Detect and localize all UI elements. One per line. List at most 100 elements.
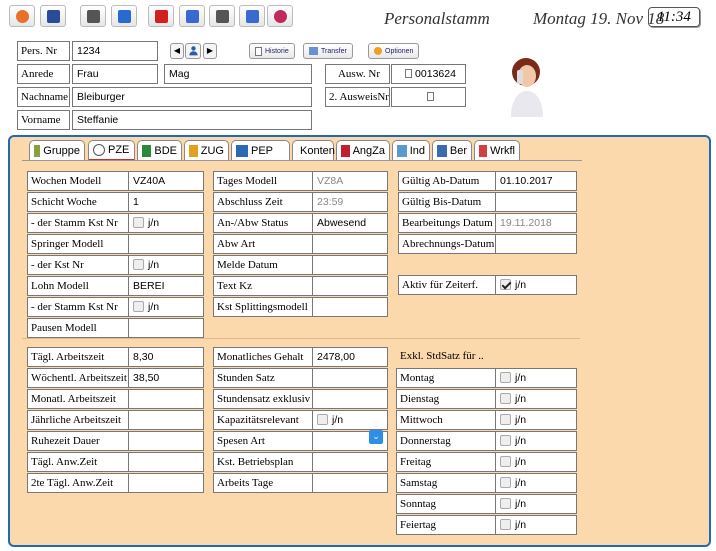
tab-label: Ber (449, 145, 467, 157)
s1c1-6-checkbox[interactable]: j/n (128, 297, 204, 317)
s1c2-2-field[interactable]: Abwesend (312, 213, 388, 233)
checkbox-text: j/n (515, 393, 527, 405)
aktiv-checkbox[interactable]: j/n (495, 275, 577, 295)
s2c2-3-checkbox[interactable]: j/n (312, 410, 388, 430)
s1c2-2-label: An-/Abw Status (213, 213, 313, 233)
tab-ind-icon (397, 145, 407, 157)
s2c2-5-field[interactable] (312, 452, 388, 472)
s2c2-2-field[interactable] (312, 389, 388, 409)
s1c2-0-field[interactable]: VZ8A (312, 171, 388, 191)
s2c2-6-label: Arbeits Tage (213, 473, 313, 493)
s2c2-6-field[interactable] (312, 473, 388, 493)
tab-bde[interactable]: BDE (137, 140, 182, 161)
s1c2-4-field[interactable] (312, 255, 388, 275)
print-button[interactable] (209, 5, 235, 27)
day-dienstag-checkbox[interactable]: j/n (495, 389, 577, 409)
s1c2-1-field[interactable]: 23:59 (312, 192, 388, 212)
nachname-label: Nachname (17, 87, 70, 107)
s1c3-0-field[interactable]: 01.10.2017 (495, 171, 577, 191)
day-samstag-checkbox[interactable]: j/n (495, 473, 577, 493)
tab-pep[interactable]: PEP (231, 140, 290, 161)
day-mittwoch-checkbox[interactable]: j/n (495, 410, 577, 430)
s2c2-2-label: Stundensatz exklusiv (213, 389, 313, 409)
s1c3-2-field[interactable]: 19.11.2018 (495, 213, 577, 233)
checkbox-text: j/n (332, 414, 344, 426)
tab-ind[interactable]: Ind (392, 140, 430, 161)
tab-zug[interactable]: ZUG (184, 140, 229, 161)
tab-divider (22, 160, 582, 161)
s1c1-3-label: Springer Modell (27, 234, 129, 254)
day-montag-checkbox[interactable]: j/n (495, 368, 577, 388)
spesen-art-dropdown-icon[interactable]: ⌄ (369, 430, 383, 444)
historie-button[interactable]: Historie (249, 43, 295, 59)
day-montag-label: Montag (396, 368, 496, 388)
tab-wrkfl[interactable]: Wrkfl (474, 140, 520, 161)
day-donnerstag-checkbox[interactable]: j/n (495, 431, 577, 451)
prev-record-button[interactable]: ◀ (170, 43, 184, 59)
nachname-field[interactable]: Bleiburger (72, 87, 312, 107)
checkbox-icon (133, 259, 144, 270)
s2c1-5-field[interactable] (128, 452, 204, 472)
titel-field[interactable]: Mag (164, 64, 312, 84)
vorname-field[interactable]: Steffanie (72, 110, 312, 130)
user-search-button[interactable] (185, 43, 201, 59)
ausw-nr-field[interactable]: 0013624 (391, 64, 466, 84)
tab-konten[interactable]: Konten (292, 140, 335, 161)
tab-angza[interactable]: AngZa (336, 140, 390, 161)
anrede-label: Anrede (17, 64, 70, 84)
checkbox-icon (500, 477, 511, 488)
s1c2-6-field[interactable] (312, 297, 388, 317)
pers-nr-field[interactable]: 1234 (72, 41, 158, 61)
tab-gruppe[interactable]: Gruppe (29, 140, 85, 161)
save-button[interactable] (40, 5, 66, 27)
s1c1-3-field[interactable] (128, 234, 204, 254)
s1c3-3-field[interactable] (495, 234, 577, 254)
tab-label: AngZa (352, 145, 385, 157)
s1c2-3-field[interactable] (312, 234, 388, 254)
day-freitag-checkbox[interactable]: j/n (495, 452, 577, 472)
s1c1-2-label: - der Stamm Kst Nr (27, 213, 129, 233)
checkbox-icon (500, 414, 511, 425)
tab-label: Gruppe (43, 145, 80, 157)
delete-button[interactable] (148, 5, 174, 27)
info-button[interactable] (267, 5, 293, 27)
next-record-button[interactable]: ▶ (203, 43, 217, 59)
undo-button[interactable] (111, 5, 137, 27)
s2c1-4-field[interactable] (128, 431, 204, 451)
home-button[interactable] (9, 5, 35, 27)
duplicate-button[interactable] (179, 5, 205, 27)
s1c1-0-field[interactable]: VZ40A (128, 171, 204, 191)
s2c1-3-field[interactable] (128, 410, 204, 430)
s1c1-7-field[interactable] (128, 318, 204, 338)
s2c1-6-field[interactable] (128, 473, 204, 493)
checkbox-icon (500, 498, 511, 509)
s1c1-1-field[interactable]: 1 (128, 192, 204, 212)
copy-button[interactable] (80, 5, 106, 27)
s2c1-2-field[interactable] (128, 389, 204, 409)
transfer-button[interactable]: Transfer (303, 43, 353, 59)
transfer-icon (309, 47, 318, 55)
s2c2-1-field[interactable] (312, 368, 388, 388)
tab-ber[interactable]: Ber (432, 140, 472, 161)
s1c2-5-field[interactable] (312, 276, 388, 296)
info-icon (273, 9, 287, 23)
ausweis2-label: 2. AusweisNr (325, 87, 390, 107)
s2c1-0-field[interactable]: 8,30 (128, 347, 204, 367)
tab-pze[interactable]: PZE (88, 140, 135, 161)
day-sonntag-checkbox[interactable]: j/n (495, 494, 577, 514)
s1c1-4-checkbox[interactable]: j/n (128, 255, 204, 275)
ausw-nr-label: Ausw. Nr (325, 64, 390, 84)
s2c2-0-field[interactable]: 2478,00 (312, 347, 388, 367)
s2c1-1-field[interactable]: 38,50 (128, 368, 204, 388)
day-feiertag-checkbox[interactable]: j/n (495, 515, 577, 535)
s1c1-5-field[interactable]: BEREI (128, 276, 204, 296)
employee-photo[interactable] (499, 42, 554, 117)
s1c2-4-label: Melde Datum (213, 255, 313, 275)
s1c1-2-checkbox[interactable]: j/n (128, 213, 204, 233)
s1c3-1-field[interactable] (495, 192, 577, 212)
optionen-button[interactable]: Optionen (368, 43, 420, 59)
ausweis2-field[interactable] (391, 87, 466, 107)
checkbox-icon (500, 519, 511, 530)
anrede-field[interactable]: Frau (72, 64, 158, 84)
filter-button[interactable] (239, 5, 265, 27)
